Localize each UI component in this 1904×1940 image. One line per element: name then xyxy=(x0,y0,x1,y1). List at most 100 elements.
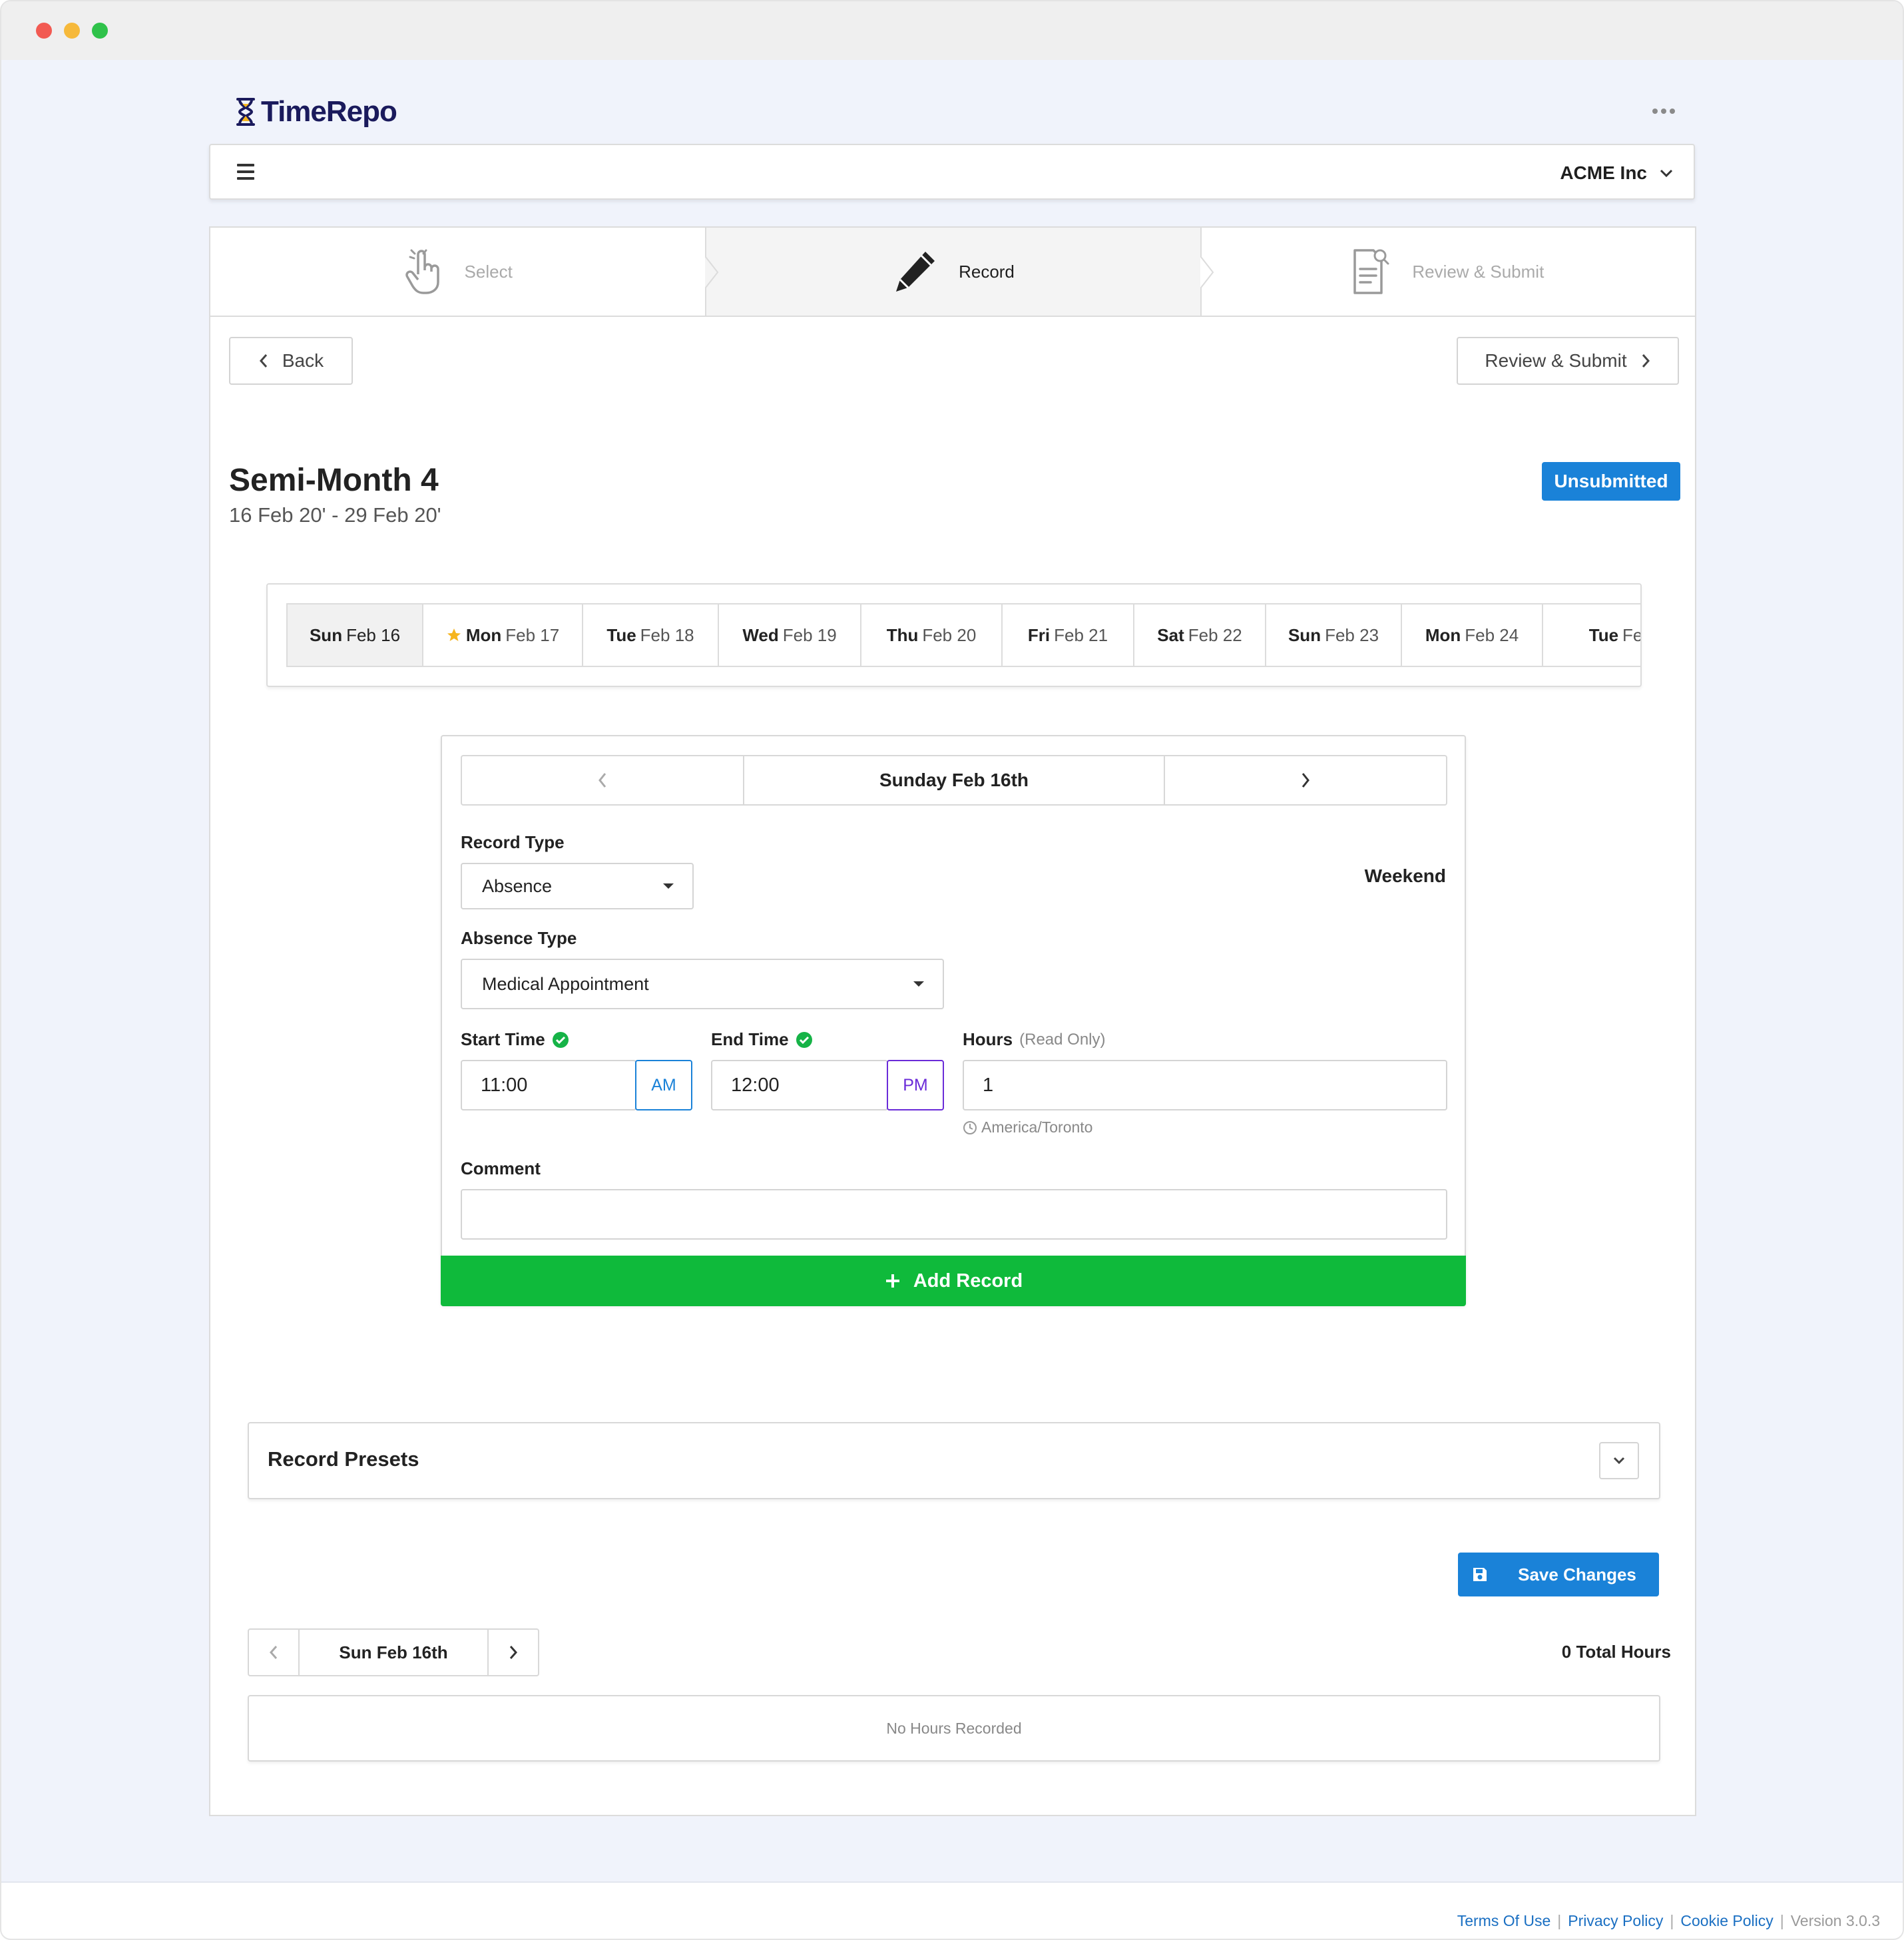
record-entry-card: Sunday Feb 16th Record Type Absence Week… xyxy=(441,735,1466,1306)
privacy-policy-link[interactable]: Privacy Policy xyxy=(1568,1912,1663,1930)
footer-links: Terms Of Use | Privacy Policy | Cookie P… xyxy=(1457,1912,1880,1930)
step-review-submit[interactable]: Review & Submit xyxy=(1200,228,1695,316)
chevron-right-icon xyxy=(509,1646,518,1659)
check-circle-icon xyxy=(796,1031,812,1048)
step-wizard: Select Record Review & Submit xyxy=(210,228,1695,317)
plus-icon xyxy=(885,1274,899,1288)
day-selector: Sun Feb 16 Mon Feb 17 Tue Feb 18 Wed Feb 19 … xyxy=(266,583,1642,687)
record-type-value: Absence xyxy=(482,875,553,896)
timesheet-panel: Select Record Review & Submit Back Revie… xyxy=(209,226,1696,1816)
step-divider xyxy=(705,228,719,317)
day-tab-tue-feb-18[interactable]: Tue Feb 18 xyxy=(583,605,719,666)
organization-name: ACME Inc xyxy=(1560,162,1647,183)
app-window: TimeRepo ACME Inc Select Record Review &… xyxy=(0,0,1904,1940)
document-review-icon xyxy=(1353,249,1389,294)
hours-readonly-field: 1 xyxy=(963,1060,1447,1110)
app-logo[interactable]: TimeRepo xyxy=(234,92,397,132)
absence-type-value: Medical Appointment xyxy=(482,973,649,994)
step-select[interactable]: Select xyxy=(210,228,705,316)
save-changes-label: Save Changes xyxy=(1518,1564,1636,1584)
hours-label: Hours (Read Only) xyxy=(963,1029,1106,1049)
timezone-note: America/Toronto xyxy=(963,1118,1092,1136)
summary-day-navigator: Sun Feb 16th xyxy=(248,1628,539,1676)
caret-down-icon xyxy=(663,883,674,889)
organization-dropdown[interactable]: ACME Inc xyxy=(1560,160,1674,186)
close-window-button[interactable] xyxy=(36,23,52,39)
day-tab-strip: Sun Feb 16 Mon Feb 17 Tue Feb 18 Wed Feb 19 … xyxy=(286,603,1640,667)
hamburger-menu-icon[interactable] xyxy=(237,164,254,180)
top-navbar: ACME Inc xyxy=(209,144,1695,200)
comment-input[interactable] xyxy=(461,1189,1447,1240)
day-tab-thu-feb-20[interactable]: Thu Feb 20 xyxy=(861,605,1003,666)
cookie-policy-link[interactable]: Cookie Policy xyxy=(1680,1912,1773,1930)
day-type-label: Weekend xyxy=(1364,865,1446,886)
previous-day-button[interactable] xyxy=(462,756,743,804)
footer-separator: | xyxy=(1780,1912,1784,1929)
summary-next-day-button[interactable] xyxy=(489,1630,538,1675)
no-hours-message: No Hours Recorded xyxy=(248,1695,1660,1762)
check-circle-icon xyxy=(552,1031,569,1048)
step-record[interactable]: Record xyxy=(705,228,1200,316)
day-tab-wed-feb-19[interactable]: Wed Feb 19 xyxy=(719,605,861,666)
pointer-hand-icon xyxy=(405,249,439,294)
record-presets-panel: Record Presets xyxy=(248,1422,1660,1499)
app-name: TimeRepo xyxy=(261,95,397,128)
day-tab-sun-feb-23[interactable]: Sun Feb 23 xyxy=(1266,605,1402,666)
day-tab-sat-feb-22[interactable]: Sat Feb 22 xyxy=(1134,605,1266,666)
step-select-label: Select xyxy=(464,261,513,282)
back-button[interactable]: Back xyxy=(229,337,353,385)
absence-type-label: Absence Type xyxy=(461,928,577,948)
hourglass-icon xyxy=(236,98,255,126)
pencil-icon xyxy=(896,252,935,292)
period-date-range: 16 Feb 20' - 29 Feb 20' xyxy=(229,503,441,527)
day-tab-sun-feb-16[interactable]: Sun Feb 16 xyxy=(288,605,423,666)
step-record-label: Record xyxy=(959,261,1015,282)
app-version: Version 3.0.3 xyxy=(1790,1912,1880,1929)
record-day-navigator: Sunday Feb 16th xyxy=(461,755,1447,806)
end-meridiem-toggle[interactable]: PM xyxy=(887,1060,944,1110)
floppy-disk-icon xyxy=(1458,1566,1502,1583)
comment-label: Comment xyxy=(461,1158,541,1178)
footer-separator: | xyxy=(1557,1912,1562,1929)
total-hours: 0 Total Hours xyxy=(1561,1642,1671,1662)
absence-type-select[interactable]: Medical Appointment xyxy=(461,959,944,1009)
start-time-input[interactable]: 11:00 xyxy=(461,1060,636,1110)
record-type-select[interactable]: Absence xyxy=(461,863,694,909)
end-time-label: End Time xyxy=(711,1029,813,1050)
day-tab-mon-feb-17[interactable]: Mon Feb 17 xyxy=(423,605,583,666)
chevron-left-icon xyxy=(269,1646,278,1659)
step-review-submit-label: Review & Submit xyxy=(1412,261,1545,282)
day-tab-fri-feb-21[interactable]: Fri Feb 21 xyxy=(1003,605,1134,666)
chevron-right-icon xyxy=(1642,354,1650,367)
footer-separator: | xyxy=(1670,1912,1674,1929)
chevron-left-icon xyxy=(598,773,606,788)
summary-day-label: Sun Feb 16th xyxy=(298,1630,489,1675)
record-presets-toggle[interactable] xyxy=(1599,1442,1639,1479)
start-meridiem-toggle[interactable]: AM xyxy=(635,1060,692,1110)
start-time-label: Start Time xyxy=(461,1029,569,1050)
add-record-label: Add Record xyxy=(913,1270,1023,1292)
clock-icon xyxy=(963,1120,977,1134)
save-changes-button[interactable]: Save Changes xyxy=(1458,1553,1659,1596)
period-title: Semi-Month 4 xyxy=(229,463,439,498)
star-icon xyxy=(447,628,461,641)
add-record-button[interactable]: Add Record xyxy=(441,1256,1466,1306)
day-tab-tue-feb-25[interactable]: TueFeb 25 xyxy=(1543,605,1640,666)
chevron-down-icon xyxy=(1660,169,1673,178)
end-time-input[interactable]: 12:00 xyxy=(711,1060,888,1110)
next-day-button[interactable] xyxy=(1165,756,1446,804)
back-button-label: Back xyxy=(282,350,324,371)
record-type-label: Record Type xyxy=(461,832,565,852)
summary-previous-day-button[interactable] xyxy=(249,1630,298,1675)
terms-of-use-link[interactable]: Terms Of Use xyxy=(1457,1912,1551,1930)
status-badge: Unsubmitted xyxy=(1542,462,1680,501)
maximize-window-button[interactable] xyxy=(92,23,108,39)
more-options-icon[interactable] xyxy=(1652,101,1679,121)
minimize-window-button[interactable] xyxy=(64,23,80,39)
record-day-label: Sunday Feb 16th xyxy=(743,756,1165,804)
record-presets-title: Record Presets xyxy=(268,1447,419,1471)
review-submit-button[interactable]: Review & Submit xyxy=(1457,337,1679,385)
chevron-left-icon xyxy=(259,354,267,367)
review-submit-button-label: Review & Submit xyxy=(1485,350,1627,371)
day-tab-mon-feb-24[interactable]: Mon Feb 24 xyxy=(1402,605,1543,666)
